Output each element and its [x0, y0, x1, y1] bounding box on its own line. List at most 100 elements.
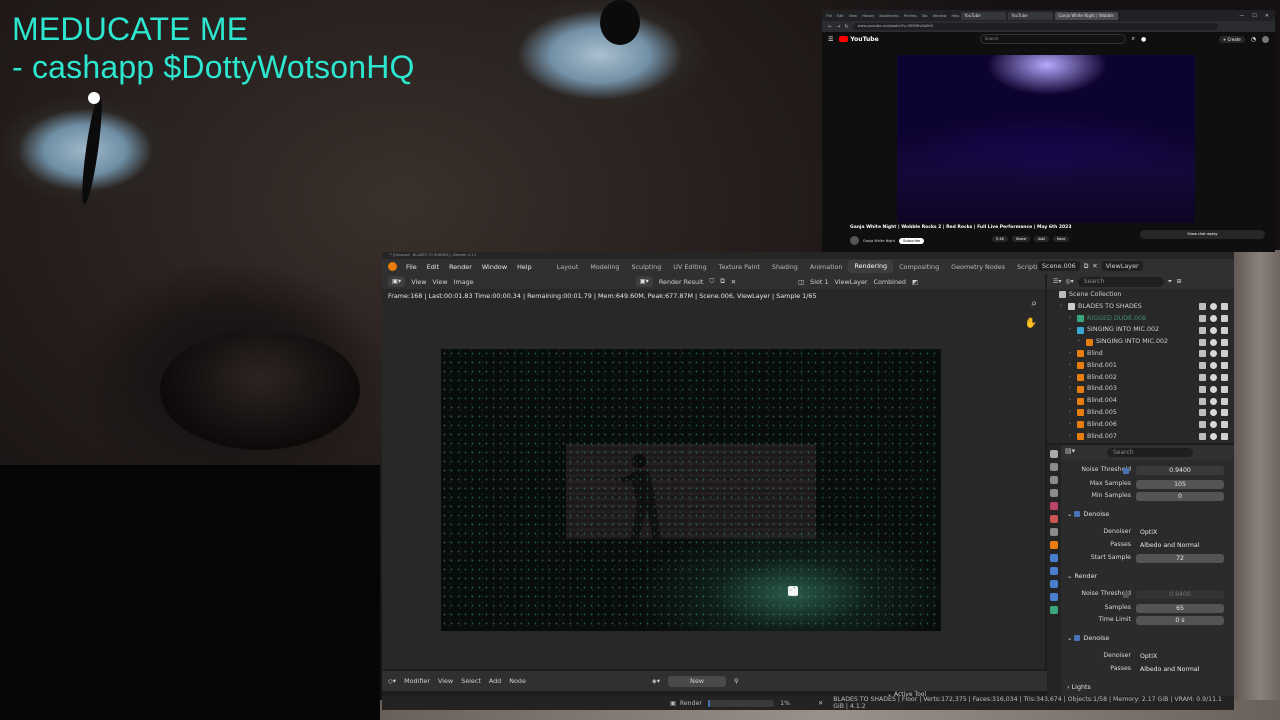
youtube-search-input[interactable]: Search [979, 34, 1126, 44]
view-layer-field[interactable]: ViewLayer [1101, 261, 1143, 271]
chevron-right-icon[interactable]: › [1069, 324, 1077, 336]
render-denoise-panel[interactable]: ⌄ Denoise [1067, 634, 1109, 642]
passes-select[interactable]: Albedo and Normal [1136, 665, 1224, 674]
world-tab-icon[interactable] [1050, 515, 1058, 523]
active-tool-panel[interactable]: ⌄ Active Tool [887, 691, 926, 698]
browser-menu-item[interactable]: Profiles [904, 14, 917, 18]
duplicate-icon[interactable]: ⧉ [720, 277, 725, 286]
scene-field[interactable]: Scene.006 [1038, 261, 1080, 271]
viewport-denoise-panel[interactable]: ⌄ Denoise [1067, 510, 1109, 518]
denoiser-select[interactable]: OptiX [1136, 652, 1224, 661]
visibility-eye-icon[interactable] [1210, 303, 1217, 311]
like-button[interactable]: 5.4K [992, 236, 1008, 242]
maximize-icon[interactable]: ☐ [1252, 13, 1256, 19]
visibility-eye-icon[interactable] [1210, 397, 1217, 405]
chevron-right-icon[interactable]: › [1069, 348, 1077, 360]
menu-view[interactable]: View [411, 278, 426, 286]
visibility-eye-icon[interactable] [1210, 338, 1217, 346]
pan-hand-icon[interactable]: ✋ [1025, 318, 1037, 329]
slot-field[interactable]: Slot 1 [810, 278, 828, 286]
outliner-row[interactable]: › Blind.007 [1047, 431, 1234, 443]
outliner-row[interactable]: › Blind.001 [1047, 360, 1234, 372]
chevron-right-icon[interactable]: › [1060, 301, 1068, 313]
constraints-tab-icon[interactable] [1050, 593, 1058, 601]
tab-rendering[interactable]: Rendering [848, 260, 894, 273]
start-sample-field[interactable]: 72 [1136, 554, 1224, 563]
chevron-right-icon[interactable]: › [1069, 407, 1077, 419]
pin-icon[interactable]: ⚲ [734, 677, 739, 685]
browser-tab[interactable]: YouTube [1008, 11, 1054, 20]
exclude-checkbox[interactable] [1199, 373, 1206, 381]
outliner-row[interactable]: › Blind.003 [1047, 383, 1234, 395]
denoiser-select[interactable]: OptiX [1136, 528, 1224, 537]
time-limit-field[interactable]: 0 s [1136, 616, 1224, 625]
tab-layout[interactable]: Layout [551, 263, 585, 271]
chevron-right-icon[interactable]: › [1069, 395, 1077, 407]
visibility-eye-icon[interactable] [1210, 409, 1217, 417]
forward-icon[interactable]: → [836, 24, 840, 30]
exclude-checkbox[interactable] [1199, 362, 1206, 370]
visibility-eye-icon[interactable] [1210, 314, 1217, 322]
chevron-right-icon[interactable]: › [1069, 383, 1077, 395]
visibility-eye-icon[interactable] [1210, 373, 1217, 381]
add-button[interactable]: Add [1033, 236, 1049, 242]
render-tab-icon[interactable] [1050, 463, 1058, 471]
render-camera-icon[interactable] [1221, 314, 1228, 322]
outliner-row[interactable]: › Blind.005 [1047, 407, 1234, 419]
outliner-row[interactable]: › Blind [1047, 348, 1234, 360]
save-button[interactable]: Save [1052, 236, 1070, 242]
tab-animation[interactable]: Animation [804, 263, 849, 271]
tab-sculpting[interactable]: Sculpting [625, 263, 667, 271]
properties-search-input[interactable]: Search [1107, 448, 1193, 457]
chevron-right-icon[interactable]: › [1069, 431, 1077, 443]
exclude-checkbox[interactable] [1199, 326, 1206, 334]
browser-tab[interactable]: YouTube [961, 11, 1007, 20]
data-tab-icon[interactable] [1050, 606, 1058, 614]
denoise-checkbox[interactable] [1074, 635, 1081, 641]
zoom-icon[interactable]: ⌕ [1031, 298, 1037, 309]
exclude-checkbox[interactable] [1199, 385, 1206, 393]
outliner-row[interactable]: › SINGING INTO MIC.002 [1047, 324, 1234, 336]
delete-scene-icon[interactable]: ✕ [1092, 262, 1097, 270]
image-browse-icon[interactable]: ▣▾ [635, 276, 653, 287]
lights-panel[interactable]: › Lights [1067, 683, 1091, 691]
node-group-icon[interactable]: ◈▾ [652, 677, 660, 685]
display-channels-icon[interactable]: ◫ [798, 278, 804, 286]
tab-modeling[interactable]: Modeling [584, 263, 625, 271]
blender-logo-icon[interactable] [388, 262, 397, 271]
browser-menu-item[interactable]: View [849, 14, 857, 18]
share-button[interactable]: Share [1011, 236, 1030, 242]
minimize-icon[interactable]: — [1239, 13, 1244, 19]
menu-help[interactable]: Help [512, 263, 537, 271]
mic-icon[interactable]: ● [1141, 36, 1146, 43]
output-tab-icon[interactable] [1050, 476, 1058, 484]
render-camera-icon[interactable] [1221, 338, 1228, 346]
node-tree-type[interactable]: Modifier [404, 677, 430, 685]
chevron-right-icon[interactable]: › [1069, 372, 1077, 384]
outliner-row[interactable]: › BLADES TO SHADES [1047, 301, 1234, 313]
editor-type-icon[interactable]: ◇▾ [388, 677, 396, 685]
menu-render[interactable]: Render [444, 263, 477, 271]
menu-edit[interactable]: Edit [422, 263, 444, 271]
browser-menu-item[interactable]: Help [951, 14, 959, 18]
chevron-right-icon[interactable]: › [1069, 360, 1077, 372]
node-menu-node[interactable]: Node [509, 677, 526, 685]
tab-shading[interactable]: Shading [766, 263, 804, 271]
passes-select[interactable]: Albedo and Normal [1136, 541, 1224, 550]
node-menu-select[interactable]: Select [461, 677, 481, 685]
exclude-checkbox[interactable] [1199, 432, 1206, 440]
menu-file[interactable]: File [401, 263, 422, 271]
video-player[interactable] [897, 55, 1195, 223]
viewport-noise-field[interactable]: 0.9400 [1136, 466, 1224, 475]
display-mode-icon[interactable]: ◎▾ [1065, 278, 1073, 285]
chevron-right-icon[interactable]: › [1078, 336, 1086, 348]
outliner-row[interactable]: › Blind.004 [1047, 395, 1234, 407]
pass-field[interactable]: Combined [874, 278, 906, 286]
node-menu-add[interactable]: Add [489, 677, 501, 685]
browser-menu-item[interactable]: Tab [922, 14, 928, 18]
tab-geometry-nodes[interactable]: Geometry Nodes [945, 263, 1011, 271]
layer-field[interactable]: ViewLayer [835, 278, 868, 286]
new-collection-icon[interactable]: ⊞ [1176, 278, 1181, 285]
channels-icon[interactable]: ◩ [912, 278, 918, 286]
fake-user-icon[interactable]: ⛉ [709, 277, 714, 286]
